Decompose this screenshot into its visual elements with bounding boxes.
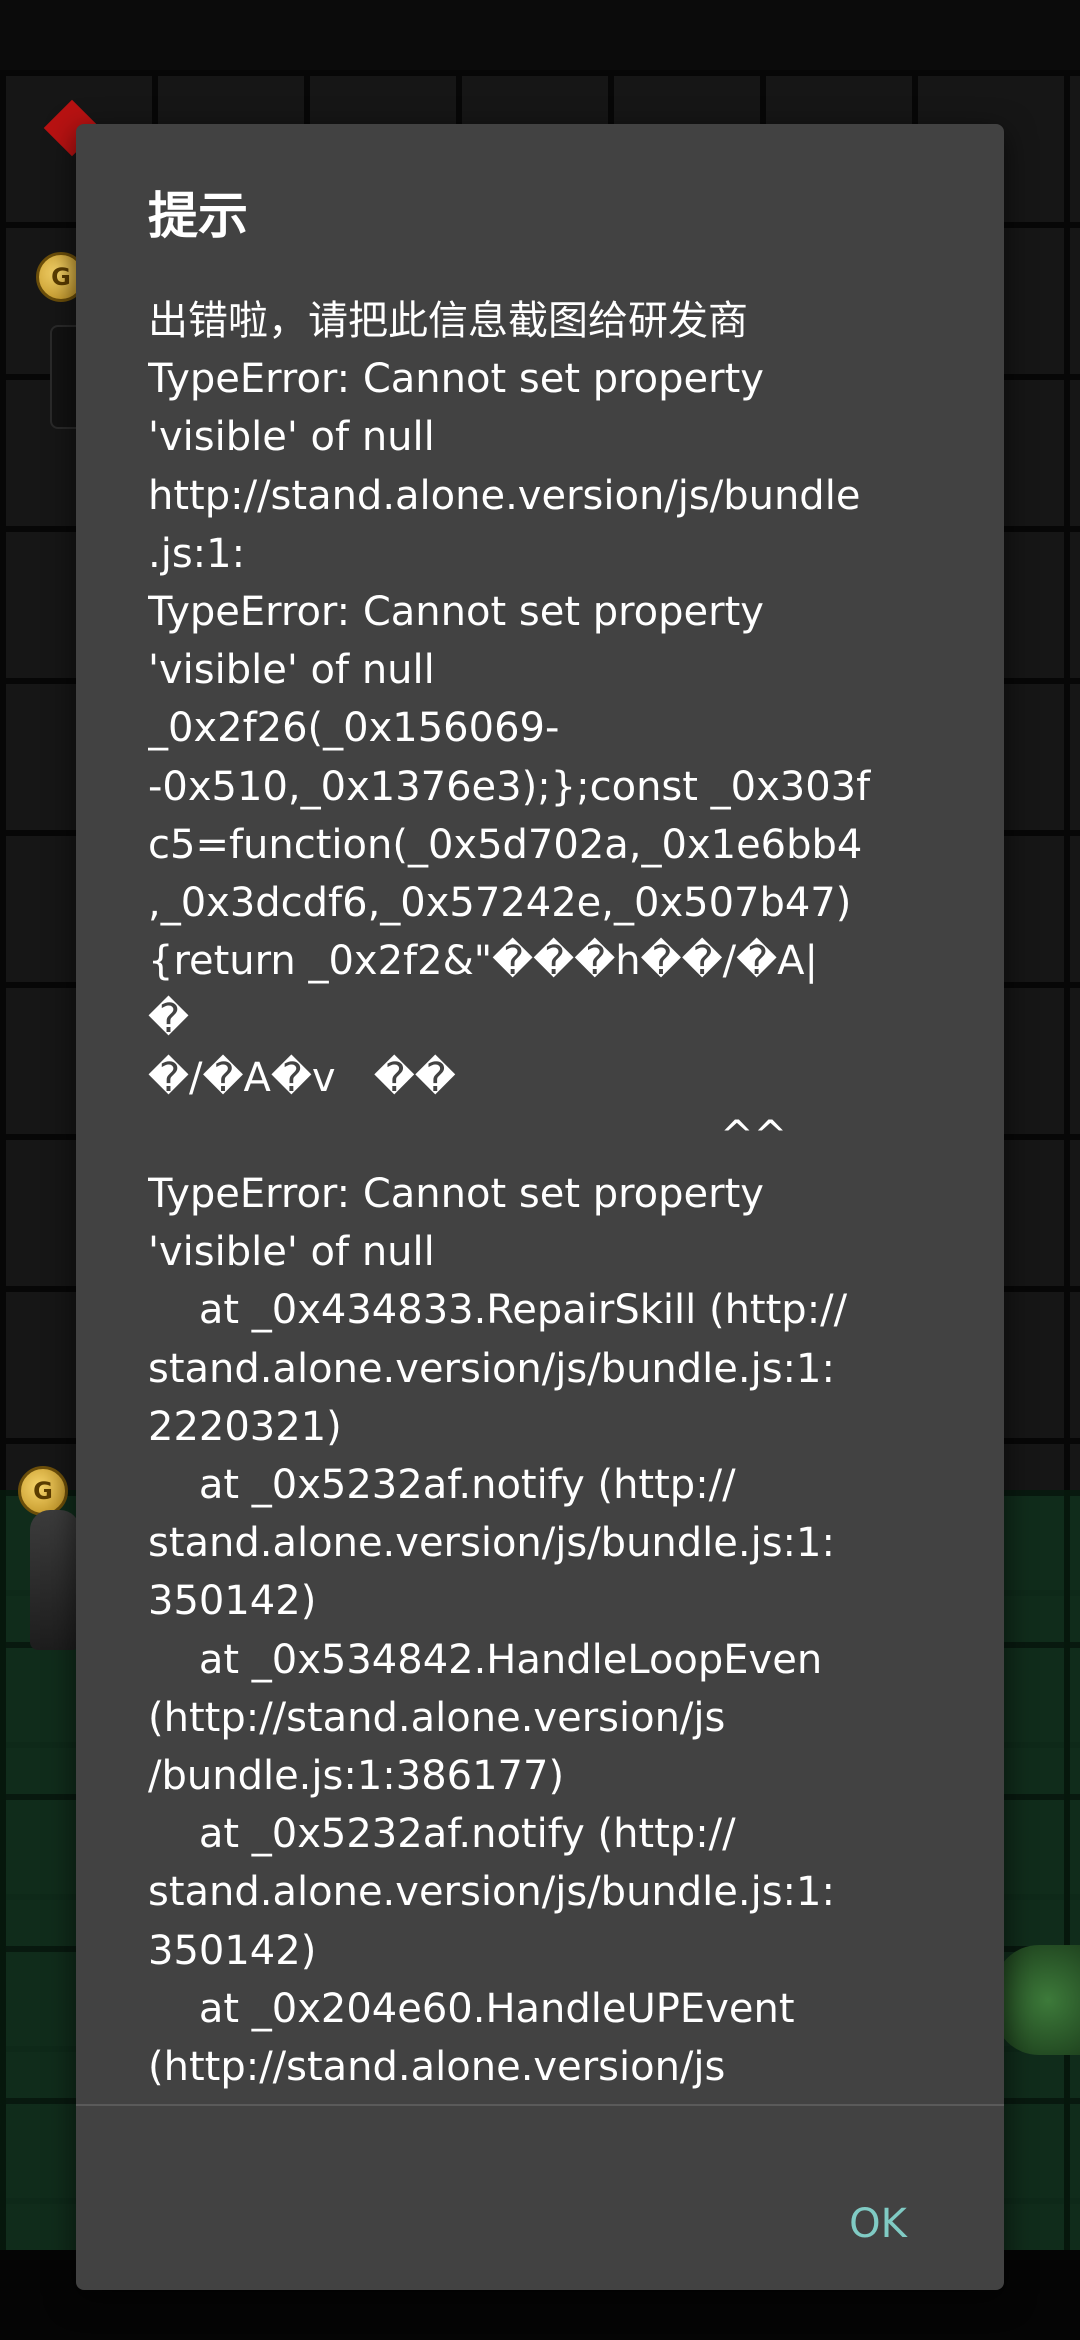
error-message-line: at _0x434833.RepairSkill (http:// bbox=[148, 1287, 848, 1334]
error-message-line: (http://stand.alone.version/js bbox=[148, 2044, 726, 2091]
error-message-line: at _0x5232af.notify (http:// bbox=[148, 1811, 736, 1858]
error-message-line: 'visible' of null bbox=[148, 1229, 435, 1276]
alert-dialog: 提示 出错啦，请把此信息截图给研发商 TypeError: Cannot set … bbox=[76, 124, 1004, 2290]
error-message-line: .js:1: bbox=[148, 530, 246, 577]
error-message-line: /bundle.js:1:386177) bbox=[148, 1753, 565, 1800]
error-message-line: http://stand.alone.version/js/bundle bbox=[148, 472, 861, 519]
error-message-line: TypeError: Cannot set property bbox=[148, 1171, 764, 1218]
error-message-line: -0x510,_0x1376e3);};const _0x303f bbox=[148, 763, 871, 810]
error-message-line: 出错啦，请把此信息截图给研发商 bbox=[148, 298, 748, 344]
error-message-line: 'visible' of null bbox=[148, 647, 435, 694]
error-message-line: at _0x534842.HandleLoopEven bbox=[148, 1636, 823, 1683]
dialog-title: 提示 bbox=[148, 187, 248, 245]
error-message-line: {return _0x2f2&"���h��/�A| bbox=[148, 938, 818, 985]
character-figure bbox=[30, 1510, 80, 1650]
error-message-line: 350142) bbox=[148, 1927, 317, 1974]
error-message-line: at _0x5232af.notify (http:// bbox=[148, 1462, 736, 1509]
error-message: 出错啦，请把此信息截图给研发商 TypeError: Cannot set pro… bbox=[148, 292, 1004, 2222]
error-message-line: stand.alone.version/js/bundle.js:1: bbox=[148, 1345, 835, 1392]
error-message-line: 'visible' of null bbox=[148, 414, 435, 461]
error-message-line: ^^ bbox=[148, 1112, 788, 1159]
error-message-line: TypeError: Cannot set property bbox=[148, 356, 764, 403]
gold-coin-icon: G bbox=[18, 1466, 68, 1516]
error-message-line: (http://stand.alone.version/js bbox=[148, 1694, 726, 1741]
error-message-line: �/�A�v �� bbox=[148, 1054, 456, 1101]
error-message-line: ,_0x3dcdf6,_0x57242e,_0x507b47) bbox=[148, 880, 852, 927]
ok-button[interactable]: OK bbox=[818, 2184, 938, 2264]
error-message-line: at _0x204e60.HandleUPEvent bbox=[148, 1985, 795, 2032]
error-message-line: stand.alone.version/js/bundle.js:1: bbox=[148, 1520, 835, 1567]
green-round-icon bbox=[994, 1945, 1080, 2055]
error-message-line: TypeError: Cannot set property bbox=[148, 589, 764, 636]
error-message-line: stand.alone.version/js/bundle.js:1: bbox=[148, 1869, 835, 1916]
error-message-line: 350142) bbox=[148, 1578, 317, 1625]
dialog-divider bbox=[76, 2104, 1004, 2106]
error-message-line: 2220321) bbox=[148, 1403, 342, 1450]
error-message-line: c5=function(_0x5d702a,_0x1e6bb4 bbox=[148, 821, 863, 868]
error-message-line: � bbox=[148, 996, 190, 1043]
error-message-line: _0x2f26(_0x156069- bbox=[148, 705, 560, 752]
